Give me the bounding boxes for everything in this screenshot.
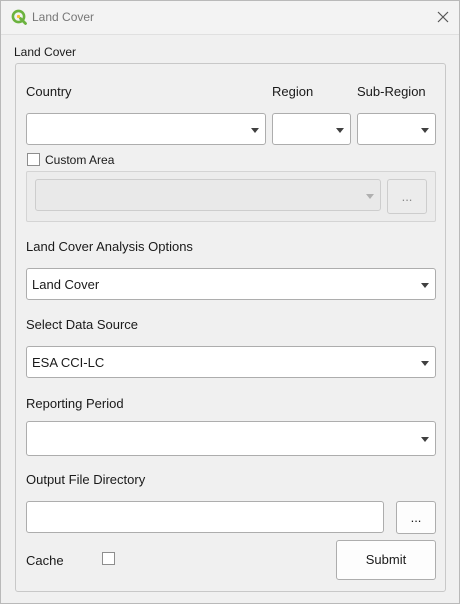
cache-checkbox[interactable] [102,552,115,565]
custom-area-label: Custom Area [45,153,115,167]
custom-area-dropdown[interactable] [35,179,381,211]
data-source-dropdown[interactable]: ESA CCI-LC [26,346,436,378]
window-title: Land Cover [32,10,95,24]
custom-area-checkbox[interactable] [27,153,40,166]
region-dropdown[interactable] [272,113,351,145]
chevron-down-icon [366,194,374,199]
region-label: Region [272,84,314,99]
output-directory-input[interactable] [26,501,384,533]
close-icon[interactable] [436,10,450,24]
output-browse-button[interactable]: ... [396,501,436,534]
country-dropdown[interactable] [26,113,266,145]
analysis-options-value: Land Cover [32,277,100,292]
subregion-dropdown[interactable] [357,113,436,145]
data-source-value: ESA CCI-LC [32,355,105,370]
analysis-options-dropdown[interactable]: Land Cover [26,268,436,300]
subregion-label: Sub-Region [357,84,426,99]
chevron-down-icon [421,361,429,366]
chevron-down-icon [421,283,429,288]
chevron-down-icon [421,437,429,442]
data-source-label: Select Data Source [26,317,139,332]
analysis-options-label: Land Cover Analysis Options [26,239,193,254]
custom-area-browse-button[interactable]: ... [387,179,427,214]
chevron-down-icon [336,128,344,133]
qgis-logo-icon [11,9,27,25]
chevron-down-icon [421,128,429,133]
country-label: Country [26,84,72,99]
cache-label: Cache [26,553,64,568]
title-bar: Land Cover [1,1,459,35]
reporting-period-label: Reporting Period [26,396,124,411]
submit-button[interactable]: Submit [336,540,436,580]
chevron-down-icon [251,128,259,133]
group-box-title: Land Cover [14,45,77,59]
reporting-period-dropdown[interactable] [26,421,436,456]
output-directory-label: Output File Directory [26,472,146,487]
dialog-window: Land Cover Land Cover Country Region Sub… [0,0,460,604]
